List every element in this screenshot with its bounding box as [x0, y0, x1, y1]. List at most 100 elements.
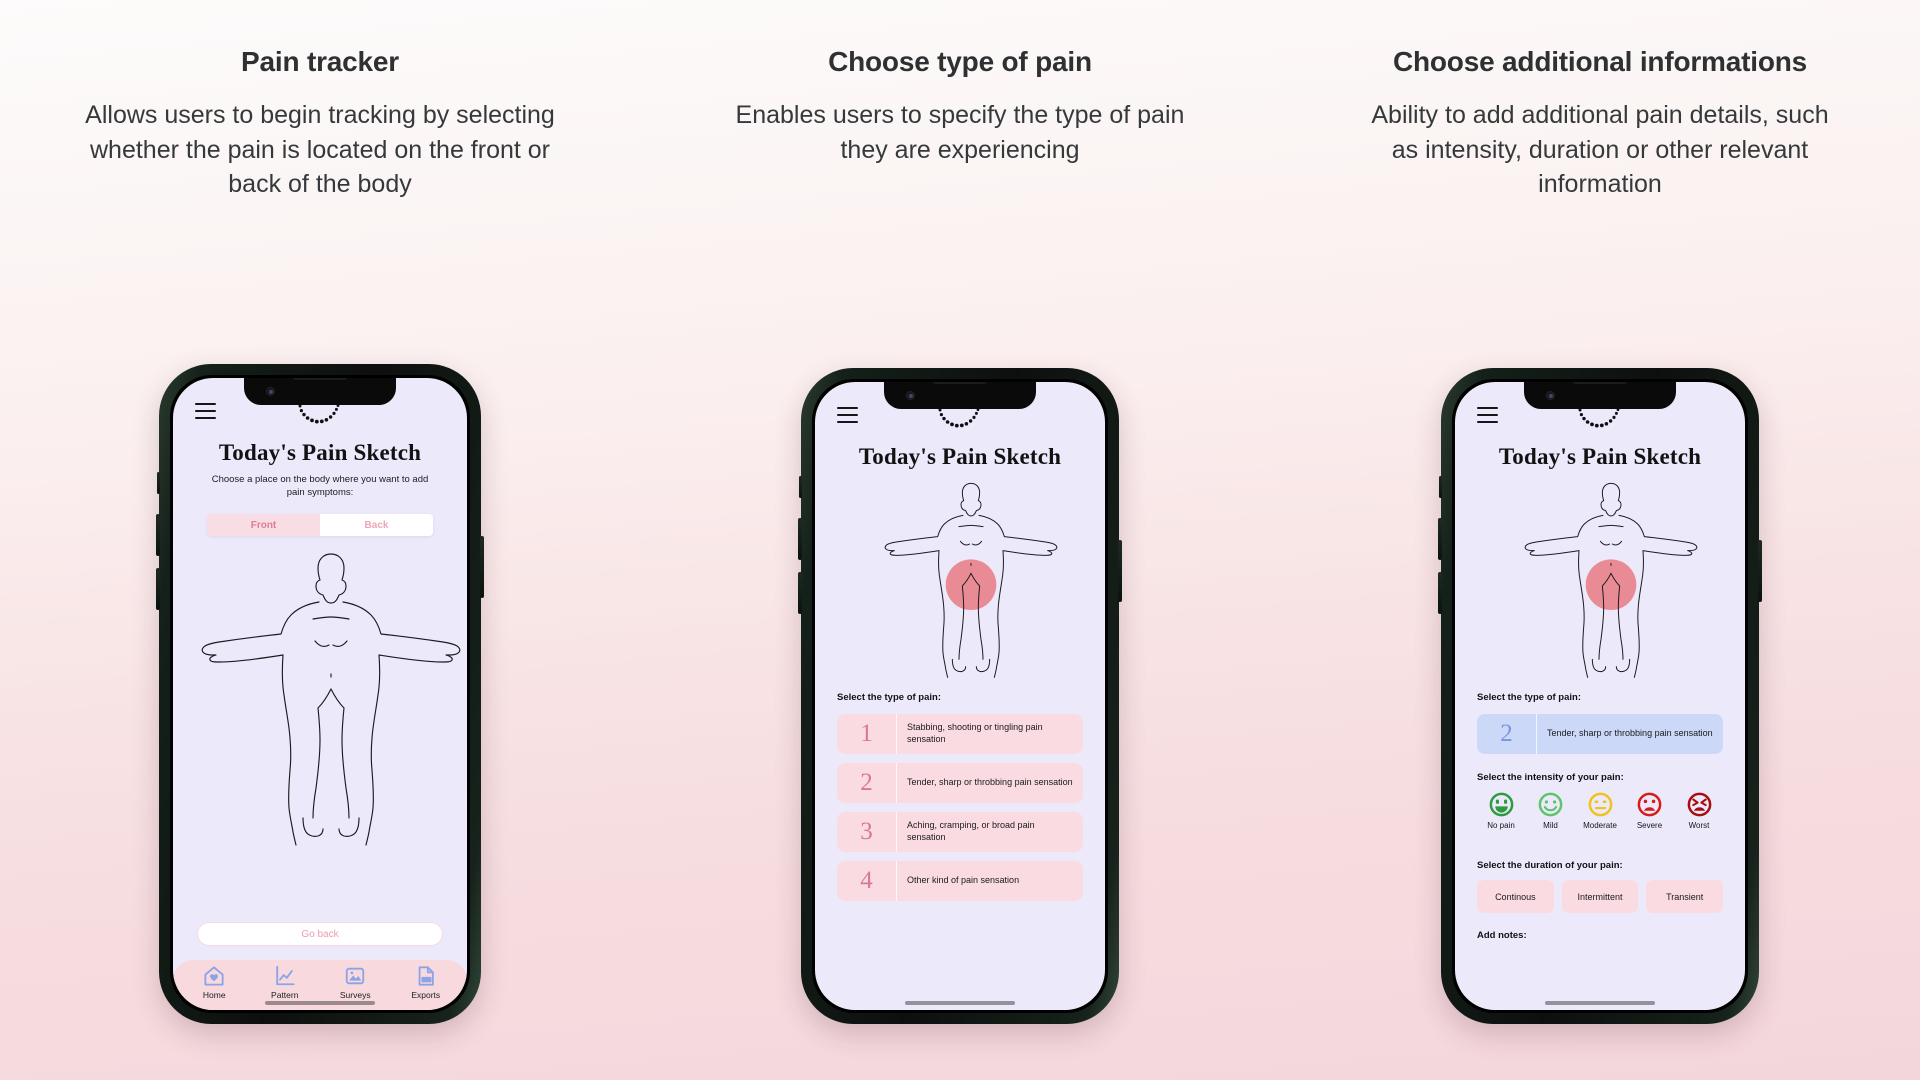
duration-option-continous[interactable]: Continous [1477, 880, 1554, 913]
volume-up-button[interactable] [156, 514, 160, 556]
pdf-file-icon [418, 965, 434, 986]
column-description: Ability to add additional pain details, … [1371, 101, 1829, 198]
intensity-label-text: Moderate [1583, 821, 1617, 830]
option-text: Tender, sharp or throbbing pain sensatio… [1547, 728, 1713, 739]
neutral-face-icon [1588, 792, 1612, 817]
pain-type-option[interactable]: 2 Tender, sharp or throbbing pain sensat… [837, 763, 1083, 803]
phone-screen-2: Today's Pain Sketch Select the type of p… [815, 382, 1105, 1010]
body-diagram-with-marker[interactable] [871, 478, 1071, 678]
app-title: Today's Pain Sketch [218, 440, 422, 465]
notch [244, 378, 396, 405]
option-number: 1 [837, 714, 897, 754]
toggle-front[interactable]: Front [207, 514, 320, 536]
intensity-label: Select the intensity of your pain: [1477, 772, 1624, 783]
happy-face-icon [1489, 792, 1513, 817]
hamburger-icon[interactable] [837, 407, 858, 423]
app-title: Today's Pain Sketch [858, 444, 1062, 469]
intensity-option-no-pain[interactable]: No pain [1477, 792, 1525, 830]
phone-screen-1: Today's Pain Sketch Choose a place on th… [173, 378, 467, 1010]
duration-option-intermittent[interactable]: Intermittent [1561, 880, 1639, 913]
go-back-button[interactable]: Go back [197, 922, 443, 946]
intensity-option-worst[interactable]: Worst [1675, 792, 1723, 830]
front-back-toggle[interactable]: Front Back [207, 514, 433, 536]
silent-switch[interactable] [1439, 476, 1442, 498]
intensity-option-mild[interactable]: Mild [1527, 792, 1575, 830]
earpiece-speaker [933, 382, 987, 384]
slide-board: Pain tracker Allows users to begin track… [0, 0, 1920, 1080]
silent-switch[interactable] [157, 472, 160, 494]
front-camera-icon [266, 387, 275, 396]
column-description: Enables users to specify the type of pai… [735, 101, 1185, 164]
hamburger-icon[interactable] [195, 403, 216, 419]
toggle-back[interactable]: Back [320, 514, 433, 536]
option-text: Other kind of pain sensation [907, 875, 1020, 886]
tab-exports[interactable]: Exports [397, 965, 455, 1000]
tab-label: Surveys [339, 989, 371, 1000]
tab-label: Pattern [271, 989, 299, 1000]
volume-up-button[interactable] [1438, 518, 1442, 560]
hamburger-icon[interactable] [1477, 407, 1498, 423]
front-camera-icon [906, 391, 915, 400]
power-button[interactable] [1758, 540, 1762, 602]
intensity-label-text: No pain [1487, 821, 1515, 830]
intensity-option-severe[interactable]: Severe [1626, 792, 1674, 830]
app-title: Today's Pain Sketch [1498, 444, 1702, 469]
notch [1524, 382, 1676, 409]
pain-type-option[interactable]: 1 Stabbing, shooting or tingling pain se… [837, 714, 1083, 754]
power-button[interactable] [1118, 540, 1122, 602]
column-pain-tracker: Pain tracker Allows users to begin track… [70, 46, 570, 1080]
dotted-arc-decoration [1578, 408, 1620, 428]
app-subtitle: Choose a place on the body where you wan… [211, 474, 429, 498]
phone-screen-3: Today's Pain Sketch Select the type of p… [1455, 382, 1745, 1010]
body-diagram-front[interactable] [191, 546, 467, 846]
type-of-pain-label: Select the type of pain: [837, 692, 941, 703]
line-chart-icon [276, 965, 295, 985]
intensity-label-text: Severe [1636, 821, 1663, 830]
intensity-option-moderate[interactable]: Moderate [1576, 792, 1624, 830]
home-indicator [1545, 1001, 1655, 1005]
tab-label: Home [202, 989, 226, 1000]
option-text: Aching, cramping, or broad pain sensatio… [907, 820, 1035, 842]
pain-type-option[interactable]: 3 Aching, cramping, or broad pain sensat… [837, 812, 1083, 852]
phone-mockup-2: Today's Pain Sketch Select the type of p… [798, 368, 1122, 1024]
pain-type-option[interactable]: 4 Other kind of pain sensation [837, 861, 1083, 901]
earpiece-speaker [293, 378, 347, 380]
image-folder-icon [346, 967, 365, 984]
pain-type-list: 1 Stabbing, shooting or tingling pain se… [837, 714, 1083, 910]
option-number: 3 [837, 812, 897, 852]
duration-option-transient[interactable]: Transient [1646, 880, 1724, 913]
volume-down-button[interactable] [156, 568, 160, 610]
frown-face-icon [1637, 792, 1662, 817]
pain-type-option-selected[interactable]: 2 Tender, sharp or throbbing pain sensat… [1477, 714, 1723, 754]
notch [884, 382, 1036, 409]
volume-up-button[interactable] [798, 518, 802, 560]
earpiece-speaker [1573, 382, 1627, 384]
tab-home[interactable]: Home [185, 965, 243, 1000]
tab-label: Exports [411, 989, 441, 1000]
column-description: Allows users to begin tracking by select… [85, 101, 555, 198]
option-text: Stabbing, shooting or tingling pain sens… [907, 722, 1043, 744]
duration-selector: Continous Intermittent Transient [1477, 880, 1724, 913]
type-of-pain-label: Select the type of pain: [1477, 692, 1581, 703]
pain-marker [945, 559, 997, 610]
home-indicator [905, 1001, 1015, 1005]
option-number: 2 [1477, 714, 1537, 754]
silent-switch[interactable] [799, 476, 802, 498]
tab-pattern[interactable]: Pattern [256, 965, 314, 1000]
pain-marker [1585, 559, 1637, 610]
option-number: 2 [837, 763, 897, 803]
phone-mockup-3: Today's Pain Sketch Select the type of p… [1438, 368, 1762, 1024]
option-number: 4 [837, 861, 897, 901]
tab-surveys[interactable]: Surveys [326, 965, 384, 1000]
body-diagram-with-marker[interactable] [1511, 478, 1711, 678]
intensity-selector: No pain Mild Moderate Severe Worst [1477, 792, 1723, 830]
dotted-arc-decoration [298, 404, 340, 424]
smile-face-icon [1538, 792, 1563, 817]
pain-type-list-selected: 2 Tender, sharp or throbbing pain sensat… [1477, 714, 1723, 763]
volume-down-button[interactable] [1438, 572, 1442, 614]
column-choose-type: Choose type of pain Enables users to spe… [710, 46, 1210, 1080]
duration-label: Select the duration of your pain: [1477, 860, 1623, 871]
dotted-arc-decoration [938, 408, 980, 428]
volume-down-button[interactable] [798, 572, 802, 614]
power-button[interactable] [480, 536, 484, 598]
